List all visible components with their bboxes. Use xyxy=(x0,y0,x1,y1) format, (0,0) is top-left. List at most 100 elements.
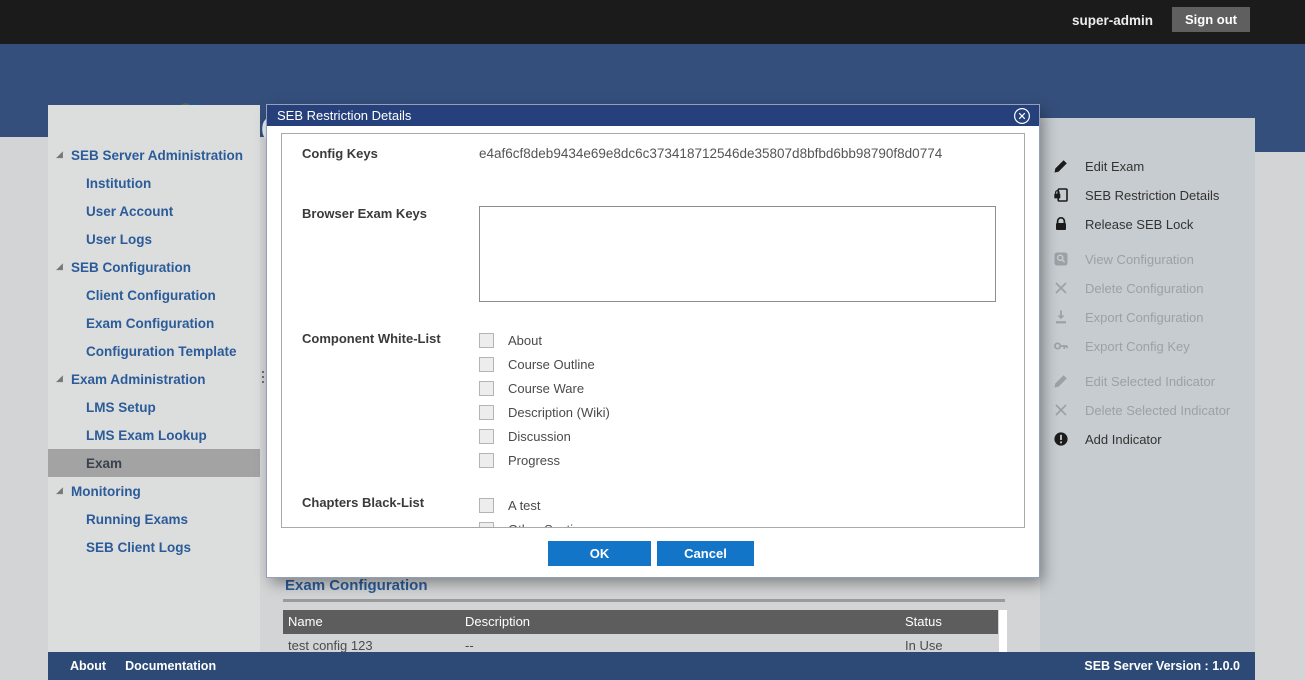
column-header-name: Name xyxy=(288,614,323,629)
checkbox-discussion[interactable] xyxy=(479,429,494,444)
component-white-list-options: About Course Outline Course Ware Descriptio… xyxy=(479,328,779,472)
section-divider xyxy=(283,599,1005,602)
footer-link-documentation[interactable]: Documentation xyxy=(125,659,216,673)
checkbox-label: Progress xyxy=(508,453,560,468)
browser-exam-keys-label: Browser Exam Keys xyxy=(302,206,427,221)
option-course-ware: Course Ware xyxy=(479,376,779,400)
sidebar-item-exam-configuration[interactable]: Exam Configuration xyxy=(48,309,260,337)
checkbox-course-outline[interactable] xyxy=(479,357,494,372)
sidebar-item-label: SEB Server Administration xyxy=(48,148,243,163)
option-progress: Progress xyxy=(479,448,779,472)
column-header-description: Description xyxy=(465,614,530,629)
sidebar-item-lms-setup[interactable]: LMS Setup xyxy=(48,393,260,421)
checkbox-progress[interactable] xyxy=(479,453,494,468)
sidebar-item-exam-administration[interactable]: ◢Exam Administration xyxy=(48,365,260,393)
pencil-icon xyxy=(1053,158,1070,175)
action-seb-restriction-details[interactable]: SEB Restriction Details xyxy=(1040,181,1255,210)
tree-expander-icon[interactable]: ◢ xyxy=(56,486,63,495)
config-keys-label: Config Keys xyxy=(302,146,378,161)
table-row[interactable]: test config 123--In Use xyxy=(283,634,998,652)
action-edit-selected-indicator: Edit Selected Indicator xyxy=(1040,367,1255,396)
action-label: SEB Restriction Details xyxy=(1085,188,1219,203)
lock-icon xyxy=(1053,216,1070,233)
table-header-row: Name Description Status xyxy=(283,610,998,634)
action-label: Delete Configuration xyxy=(1085,281,1204,296)
column-header-status: Status xyxy=(905,614,942,629)
checkbox-label: Course Ware xyxy=(508,381,584,396)
sidebar-item-exam[interactable]: Exam xyxy=(48,449,260,477)
sidebar-item-label: SEB Configuration xyxy=(48,260,191,275)
option-discussion: Discussion xyxy=(479,424,779,448)
footer-links: About Documentation xyxy=(70,659,216,673)
dialog-title: SEB Restriction Details xyxy=(277,108,411,123)
action-release-seb-lock[interactable]: Release SEB Lock xyxy=(1040,210,1255,239)
chapters-black-list-options: A test Other Section xyxy=(479,493,779,528)
sidebar-item-running-exams[interactable]: Running Exams xyxy=(48,505,260,533)
footer-link-about[interactable]: About xyxy=(70,659,106,673)
action-add-indicator[interactable]: Add Indicator xyxy=(1040,425,1255,454)
checkbox-course-ware[interactable] xyxy=(479,381,494,396)
chapters-black-list-label: Chapters Black-List xyxy=(302,495,424,510)
checkbox-label: Course Outline xyxy=(508,357,595,372)
action-export-configuration: Export Configuration xyxy=(1040,303,1255,332)
sidebar-item-user-account[interactable]: User Account xyxy=(48,197,260,225)
close-circle-icon[interactable] xyxy=(1013,107,1031,125)
version-label: SEB Server Version : 1.0.0 xyxy=(1084,659,1240,673)
sidebar-item-lms-exam-lookup[interactable]: LMS Exam Lookup xyxy=(48,421,260,449)
view-icon xyxy=(1053,251,1070,268)
dialog-form-panel: Config Keys e4af6cf8deb9434e69e8dc6c3734… xyxy=(281,133,1025,528)
action-label: Export Configuration xyxy=(1085,310,1204,325)
section-title: Exam Configuration xyxy=(285,577,428,594)
action-label: Delete Selected Indicator xyxy=(1085,403,1230,418)
main-content: Exam Configuration Name Description Status… xyxy=(267,570,1040,652)
checkbox-label: A test xyxy=(508,498,541,513)
checkbox-about[interactable] xyxy=(479,333,494,348)
sidebar-item-seb-server-administration[interactable]: ◢SEB Server Administration xyxy=(48,141,260,169)
download-icon xyxy=(1053,309,1070,326)
action-label: Add Indicator xyxy=(1085,432,1162,447)
action-edit-exam[interactable]: Edit Exam xyxy=(1040,152,1255,181)
sidebar-item-institution[interactable]: Institution xyxy=(48,169,260,197)
sidebar-item-label: Configuration Template xyxy=(48,344,237,359)
tree-expander-icon[interactable]: ◢ xyxy=(56,150,63,159)
dialog-titlebar: SEB Restriction Details xyxy=(267,105,1039,126)
sidebar-item-label: Running Exams xyxy=(48,512,188,527)
cancel-button[interactable]: Cancel xyxy=(657,541,754,566)
sidebar-item-seb-configuration[interactable]: ◢SEB Configuration xyxy=(48,253,260,281)
x-icon xyxy=(1053,402,1070,419)
action-label: View Configuration xyxy=(1085,252,1194,267)
x-icon xyxy=(1053,280,1070,297)
checkbox-other-section[interactable] xyxy=(479,522,494,529)
sidebar-item-label: Institution xyxy=(48,176,151,191)
checkbox-a-test[interactable] xyxy=(479,498,494,513)
option-description-wiki: Description (Wiki) xyxy=(479,400,779,424)
action-label: Export Config Key xyxy=(1085,339,1190,354)
sidebar-item-label: SEB Client Logs xyxy=(48,540,191,555)
checkbox-description-wiki[interactable] xyxy=(479,405,494,420)
tree-expander-icon[interactable]: ◢ xyxy=(56,262,63,271)
sidebar-item-label: User Account xyxy=(48,204,173,219)
sidebar-item-client-configuration[interactable]: Client Configuration xyxy=(48,281,260,309)
top-bar: super-admin Sign out xyxy=(0,0,1305,44)
action-panel: Edit Exam SEB Restriction Details Release … xyxy=(1040,118,1255,652)
sidebar-item-user-logs[interactable]: User Logs xyxy=(48,225,260,253)
tree-expander-icon[interactable]: ◢ xyxy=(56,374,63,383)
sidebar-item-monitoring[interactable]: ◢Monitoring xyxy=(48,477,260,505)
ok-button[interactable]: OK xyxy=(548,541,651,566)
sidebar-item-configuration-template[interactable]: Configuration Template xyxy=(48,337,260,365)
sidebar-item-seb-client-logs[interactable]: SEB Client Logs xyxy=(48,533,260,561)
pencil-icon xyxy=(1053,373,1070,390)
doc-lock-icon xyxy=(1053,187,1070,204)
table-scrollbar[interactable] xyxy=(999,610,1007,652)
action-label: Edit Exam xyxy=(1085,159,1144,174)
exclamation-icon xyxy=(1053,431,1070,448)
checkbox-label: Discussion xyxy=(508,429,571,444)
table-cell: test config 123 xyxy=(288,638,373,652)
sign-out-button[interactable]: Sign out xyxy=(1172,7,1250,32)
option-about: About xyxy=(479,328,779,352)
sidebar-resize-handle[interactable] xyxy=(261,371,265,389)
checkbox-label: Other Section xyxy=(508,522,588,529)
browser-exam-keys-input[interactable] xyxy=(479,206,996,302)
footer-bar: About Documentation SEB Server Version : … xyxy=(48,652,1255,680)
sidebar-item-label: Exam Configuration xyxy=(48,316,214,331)
